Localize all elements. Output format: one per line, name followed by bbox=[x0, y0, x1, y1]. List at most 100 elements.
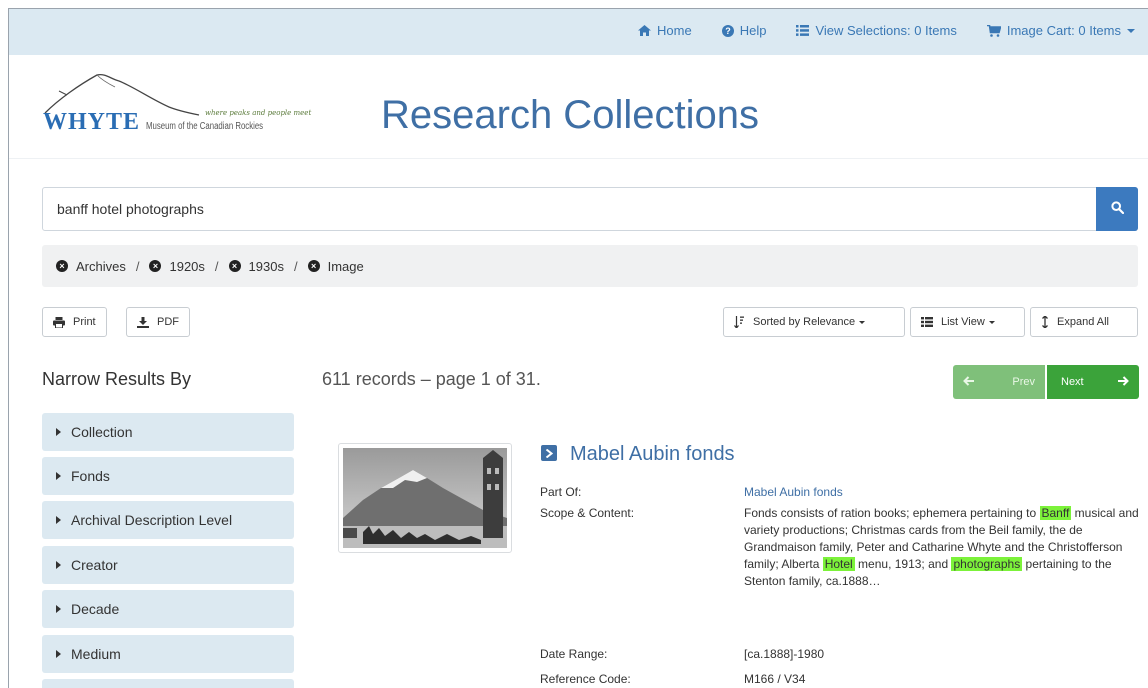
sort-label: Sorted by Relevance bbox=[753, 316, 856, 328]
part-of-link[interactable]: Mabel Aubin fonds bbox=[744, 485, 843, 499]
facet-decade[interactable]: Decade bbox=[42, 590, 294, 628]
reference-code-label: Reference Code: bbox=[540, 672, 631, 686]
download-icon bbox=[137, 316, 149, 328]
scope-text: menu, 1913; and bbox=[854, 557, 952, 571]
breadcrumb-separator: / bbox=[214, 258, 219, 274]
museum-logo[interactable]: WHYTE Museum of the Canadian Rockies whe… bbox=[39, 65, 311, 145]
list-view-icon bbox=[921, 317, 933, 327]
filter-breadcrumb: × Archives / × 1920s / × 1930s / × Image bbox=[42, 245, 1138, 287]
search-input[interactable] bbox=[43, 188, 1089, 230]
breadcrumb-separator: / bbox=[135, 258, 140, 274]
print-button[interactable]: Print bbox=[42, 307, 107, 337]
filter-archives[interactable]: × Archives bbox=[56, 259, 126, 274]
top-nav-bar: Home ? Help View Selections: 0 Items Ima… bbox=[9, 9, 1148, 55]
search-highlight: Hotel bbox=[822, 557, 855, 571]
date-range-value: [ca.1888]-1980 bbox=[744, 647, 825, 661]
facet-next[interactable] bbox=[42, 679, 294, 688]
site-header: WHYTE Museum of the Canadian Rockies whe… bbox=[9, 55, 1148, 159]
scope-label: Scope & Content: bbox=[540, 506, 635, 520]
scope-content: Fonds consists of ration books; ephemera… bbox=[744, 505, 1139, 590]
home-icon bbox=[638, 25, 652, 36]
pdf-button[interactable]: PDF bbox=[126, 307, 190, 337]
facet-fonds[interactable]: Fonds bbox=[42, 457, 294, 495]
caret-right-icon bbox=[56, 516, 61, 524]
date-range-label: Date Range: bbox=[540, 647, 608, 661]
facet-archival-description-level[interactable]: Archival Description Level bbox=[42, 501, 294, 539]
reference-code-value: M166 / V34 bbox=[744, 672, 806, 686]
facet-label: Creator bbox=[71, 557, 118, 573]
remove-filter-icon[interactable]: × bbox=[56, 260, 68, 272]
print-icon bbox=[53, 316, 65, 328]
cart-icon bbox=[986, 24, 1001, 37]
logo-tagline: where peaks and people meet bbox=[205, 109, 312, 117]
breadcrumb-separator: / bbox=[293, 258, 298, 274]
remove-filter-icon[interactable]: × bbox=[307, 260, 320, 272]
filter-label: Image bbox=[327, 258, 364, 274]
scope-text: Fonds consists of ration books; ephemera… bbox=[744, 506, 1040, 520]
filter-label: Archives bbox=[76, 258, 126, 274]
filter-1920s[interactable]: × 1920s bbox=[149, 258, 205, 274]
help-link[interactable]: ? Help bbox=[721, 23, 767, 38]
record-thumbnail[interactable] bbox=[338, 443, 512, 553]
view-selections-label: View Selections: 0 Items bbox=[815, 23, 957, 38]
help-icon: ? bbox=[721, 24, 734, 37]
arrow-right-icon bbox=[1118, 375, 1129, 389]
caret-down-icon bbox=[1127, 28, 1135, 33]
filter-label: 1920s bbox=[169, 258, 205, 274]
prev-label: Prev bbox=[1012, 376, 1035, 388]
caret-right-icon bbox=[56, 650, 61, 658]
print-label: Print bbox=[73, 316, 96, 328]
svg-text:?: ? bbox=[725, 26, 731, 36]
top-nav: Home ? Help View Selections: 0 Items Ima… bbox=[608, 23, 1135, 38]
facet-collection[interactable]: Collection bbox=[42, 413, 294, 451]
caret-down-icon bbox=[859, 320, 866, 324]
remove-filter-icon[interactable]: × bbox=[149, 260, 162, 272]
facet-label: Fonds bbox=[71, 468, 110, 484]
caret-right-icon bbox=[56, 561, 61, 569]
search-highlight: photographs bbox=[951, 557, 1023, 571]
facet-label: Medium bbox=[71, 646, 121, 662]
facet-label: Collection bbox=[71, 424, 133, 440]
filter-1930s[interactable]: × 1930s bbox=[228, 258, 284, 274]
logo-text: Museum of the Canadian Rockies bbox=[146, 121, 264, 132]
image-cart-link[interactable]: Image Cart: 0 Items bbox=[986, 23, 1135, 38]
prev-button[interactable]: Prev bbox=[953, 365, 1045, 399]
page-title: Research Collections bbox=[381, 93, 759, 137]
logo-name: WHYTE bbox=[43, 109, 141, 135]
facet-creator[interactable]: Creator bbox=[42, 546, 294, 584]
results-summary: 611 records – page 1 of 31. bbox=[322, 369, 541, 389]
help-link-label: Help bbox=[739, 23, 767, 38]
facet-label: Decade bbox=[71, 601, 120, 617]
facet-label: Archival Description Level bbox=[71, 512, 233, 528]
sort-icon bbox=[734, 316, 745, 328]
facet-medium[interactable]: Medium bbox=[42, 635, 294, 673]
caret-right-icon bbox=[56, 605, 61, 613]
caret-down-icon bbox=[988, 320, 995, 324]
record-title-link[interactable]: Mabel Aubin fonds bbox=[570, 443, 735, 466]
filter-label: 1930s bbox=[248, 258, 284, 274]
search-highlight: Banff bbox=[1039, 506, 1072, 520]
pagination: Prev Next bbox=[953, 365, 1139, 399]
filter-image[interactable]: × Image bbox=[307, 258, 364, 274]
home-link[interactable]: Home bbox=[638, 23, 692, 38]
photo-image bbox=[343, 448, 507, 548]
expand-all-button[interactable]: Expand All bbox=[1030, 307, 1138, 337]
caret-right-icon bbox=[56, 428, 61, 436]
search-button[interactable] bbox=[1096, 187, 1138, 231]
expand-all-label: Expand All bbox=[1057, 316, 1109, 328]
part-of-value: Mabel Aubin fonds bbox=[744, 484, 1139, 501]
sort-dropdown[interactable]: Sorted by Relevance bbox=[723, 307, 905, 337]
view-dropdown[interactable]: List View bbox=[910, 307, 1025, 337]
search-icon bbox=[1110, 201, 1124, 217]
list-icon bbox=[796, 25, 810, 36]
caret-right-icon bbox=[56, 472, 61, 480]
arrow-left-icon bbox=[963, 375, 974, 389]
pdf-label: PDF bbox=[157, 316, 179, 328]
page: Home ? Help View Selections: 0 Items Ima… bbox=[8, 8, 1148, 688]
remove-filter-icon[interactable]: × bbox=[228, 260, 241, 272]
next-label: Next bbox=[1061, 376, 1084, 388]
narrow-results-heading: Narrow Results By bbox=[42, 369, 192, 389]
next-button[interactable]: Next bbox=[1047, 365, 1139, 399]
view-label: List View bbox=[941, 316, 985, 328]
view-selections-link[interactable]: View Selections: 0 Items bbox=[796, 23, 957, 38]
